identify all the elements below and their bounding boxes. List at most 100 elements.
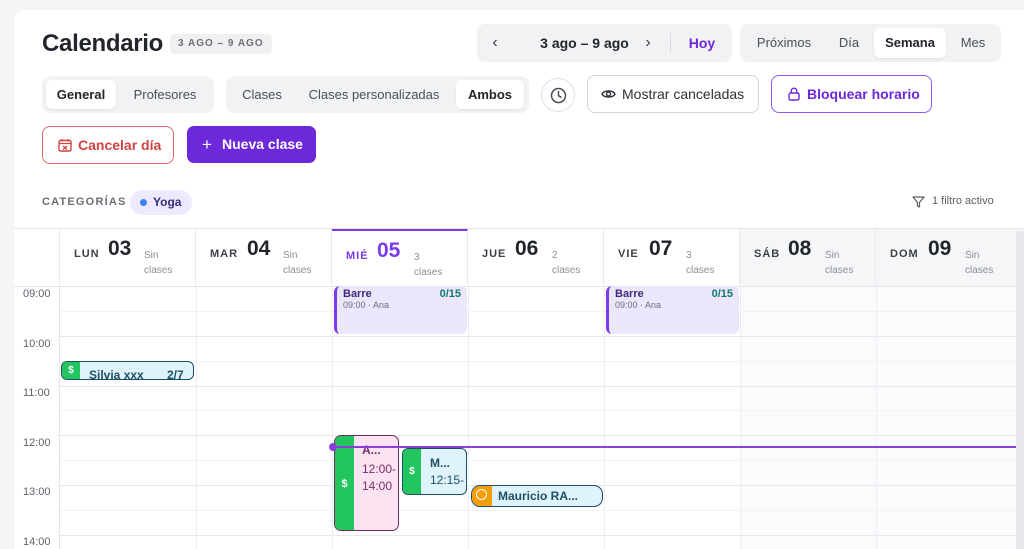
day-header-mon[interactable]: LUN 03 Sin clases <box>60 229 196 287</box>
next-week-button[interactable]: › <box>634 24 662 62</box>
day-name: SÁB <box>754 248 781 260</box>
event-barre-wed[interactable]: Barre 0/15 09:00 · Ana <box>334 286 467 334</box>
eye-icon <box>601 90 616 98</box>
time-filter-button[interactable] <box>541 78 575 112</box>
view-week[interactable]: Semana <box>874 28 946 58</box>
paid-icon: $ <box>335 436 354 530</box>
current-time-dot <box>329 443 337 451</box>
event-end-time: 14:00 <box>362 479 393 493</box>
grid-line <box>60 510 1024 511</box>
prev-week-button[interactable]: ‹ <box>481 24 509 62</box>
grid-line <box>60 410 1024 411</box>
day-name: DOM <box>890 248 919 260</box>
scope-switcher: General Profesores <box>42 76 214 113</box>
time-label: 09:00 <box>23 288 51 300</box>
day-number: 09 <box>928 237 952 260</box>
day-class-count: Sin clases <box>283 250 312 276</box>
event-time-teacher: 09:00 · Ana <box>343 300 390 310</box>
day-name: VIE <box>618 248 639 260</box>
cancel-day-button[interactable]: Cancelar día <box>42 126 174 164</box>
week-range-badge: 3 AGO – 9 AGO <box>170 34 272 54</box>
active-filters-label: 1 filtro activo <box>932 195 994 207</box>
grid-line <box>60 386 1024 387</box>
class-type-switcher: Clases Clases personalizadas Ambos <box>226 76 529 113</box>
type-both[interactable]: Ambos <box>456 80 524 109</box>
event-title: Mauricio RA... <box>498 489 579 503</box>
chevron-left-icon: ‹ <box>492 34 498 51</box>
paid-icon: $ <box>403 449 421 494</box>
grid-line <box>60 311 1024 312</box>
event-title: Silvia xxx <box>89 368 144 380</box>
event-title: M... <box>430 456 450 470</box>
day-header-tue[interactable]: MAR 04 Sin clases <box>196 229 332 287</box>
time-gutter: 09:00 10:00 11:00 12:00 13:00 14:00 <box>14 287 60 549</box>
cancel-day-label: Cancelar día <box>78 137 162 153</box>
event-time-teacher: 09:00 · Ana <box>615 300 662 310</box>
day-class-count: 3 clases <box>414 252 443 278</box>
time-label: 13:00 <box>23 486 51 498</box>
event-title: Barre <box>615 288 644 300</box>
day-number: 08 <box>788 237 812 260</box>
event-barre-fri[interactable]: Barre 0/15 09:00 · Ana <box>606 286 739 334</box>
today-button[interactable]: Hoy <box>677 24 727 62</box>
type-custom-classes[interactable]: Clases personalizadas <box>298 80 450 109</box>
block-schedule-button[interactable]: Bloquear horario <box>771 75 932 113</box>
day-header-fri[interactable]: VIE 07 3 clases <box>604 229 740 287</box>
day-number: 07 <box>649 237 673 260</box>
day-name: JUE <box>482 248 507 260</box>
grid-line <box>60 535 1024 536</box>
day-class-count: Sin clases <box>144 250 173 276</box>
clock-icon <box>550 87 567 104</box>
show-cancelled-button[interactable]: Mostrar canceladas <box>587 75 759 113</box>
event-pink-class[interactable]: $ A... 12:00- 14:00 <box>334 435 399 531</box>
calendar-panel: Calendario 3 AGO – 9 AGO ‹ 3 ago – 9 ago… <box>14 10 1024 549</box>
scope-general[interactable]: General <box>46 80 116 109</box>
day-number: 04 <box>247 237 271 260</box>
day-number: 05 <box>377 239 401 262</box>
event-capacity: 0/15 <box>711 288 733 300</box>
type-classes[interactable]: Clases <box>230 80 294 109</box>
grid-line <box>332 287 333 549</box>
category-chip-label: Yoga <box>153 195 182 209</box>
day-header-sun[interactable]: DOM 09 Sin clases <box>876 229 1024 287</box>
event-capacity: 2/7 <box>167 368 184 380</box>
event-start-time: 12:00- <box>362 462 397 476</box>
block-schedule-label: Bloquear horario <box>807 86 920 102</box>
time-label: 12:00 <box>23 437 51 449</box>
funnel-icon <box>912 196 925 208</box>
day-header-wed[interactable]: MIÉ 05 3 clases <box>332 229 468 287</box>
scope-teachers[interactable]: Profesores <box>120 80 210 109</box>
event-title: Barre <box>343 288 372 300</box>
view-day[interactable]: Día <box>828 28 870 58</box>
time-label: 14:00 <box>23 536 51 548</box>
day-number: 03 <box>108 237 132 260</box>
event-time: 12:15- <box>430 473 465 487</box>
grid-line <box>876 287 877 549</box>
view-upcoming[interactable]: Próximos <box>744 28 824 58</box>
pending-icon <box>476 489 487 500</box>
lock-icon <box>788 87 800 101</box>
page-title: Calendario <box>42 30 164 57</box>
day-name: MIÉ <box>346 250 369 262</box>
day-class-count: 2 clases <box>552 250 581 276</box>
time-label: 11:00 <box>23 387 50 399</box>
day-class-count: 3 clases <box>686 250 715 276</box>
event-capacity: 0/15 <box>439 288 461 300</box>
view-month[interactable]: Mes <box>950 28 996 58</box>
calendar-scrollbar[interactable] <box>1016 231 1024 549</box>
grid-line <box>60 336 1024 337</box>
category-dot-icon <box>140 199 147 206</box>
grid-line <box>60 435 1024 436</box>
categories-label: CATEGORÍAS <box>42 196 127 208</box>
grid-line <box>196 287 197 549</box>
category-chip-yoga[interactable]: Yoga <box>130 190 192 215</box>
grid-line <box>60 460 1024 461</box>
event-mauricio[interactable]: Mauricio RA... <box>471 485 603 507</box>
event-silvia[interactable]: $ Silvia xxx 2/7 <box>61 361 194 380</box>
day-header-thu[interactable]: JUE 06 2 clases <box>468 229 604 287</box>
new-class-button[interactable]: + Nueva clase <box>187 126 316 163</box>
grid-line <box>468 287 469 549</box>
event-blue-class[interactable]: $ M... 12:15- <box>402 448 467 495</box>
date-navigator: ‹ 3 ago – 9 ago › Hoy <box>477 24 732 62</box>
day-header-sat[interactable]: SÁB 08 Sin clases <box>740 229 876 287</box>
